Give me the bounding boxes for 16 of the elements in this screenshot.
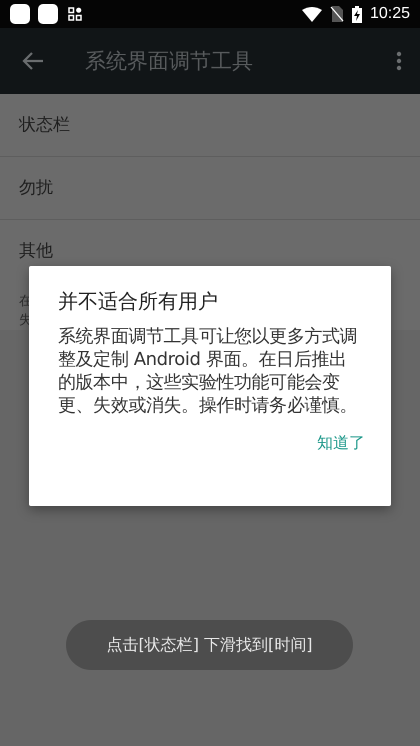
notification-icon: [10, 4, 30, 24]
more-options-icon[interactable]: [396, 51, 402, 71]
battery-charging-icon: [352, 6, 362, 22]
toast: 点击[状态栏] 下滑找到[时间]: [66, 620, 353, 670]
confirm-button[interactable]: 知道了: [317, 427, 365, 460]
app-bar-title: 系统界面调节工具: [85, 48, 254, 75]
dialog-title: 并不适合所有用户: [58, 288, 219, 315]
no-signal-icon: [330, 6, 344, 22]
wifi-icon: [302, 6, 322, 22]
notification-icon: [38, 4, 58, 24]
status-time: 10:25: [370, 5, 410, 23]
back-arrow-icon[interactable]: [22, 51, 44, 71]
settings-item[interactable]: 状态栏: [0, 94, 420, 157]
dialog-message: 系统界面调节工具可让您以更多方式调整及定制 Android 界面。在日后推出的版本中，这些实验性功能可能会变更、失效或消失。操作时请务必谨慎。: [58, 325, 358, 417]
settings-item[interactable]: 勿扰: [0, 157, 420, 220]
apps-icon: [68, 7, 82, 21]
